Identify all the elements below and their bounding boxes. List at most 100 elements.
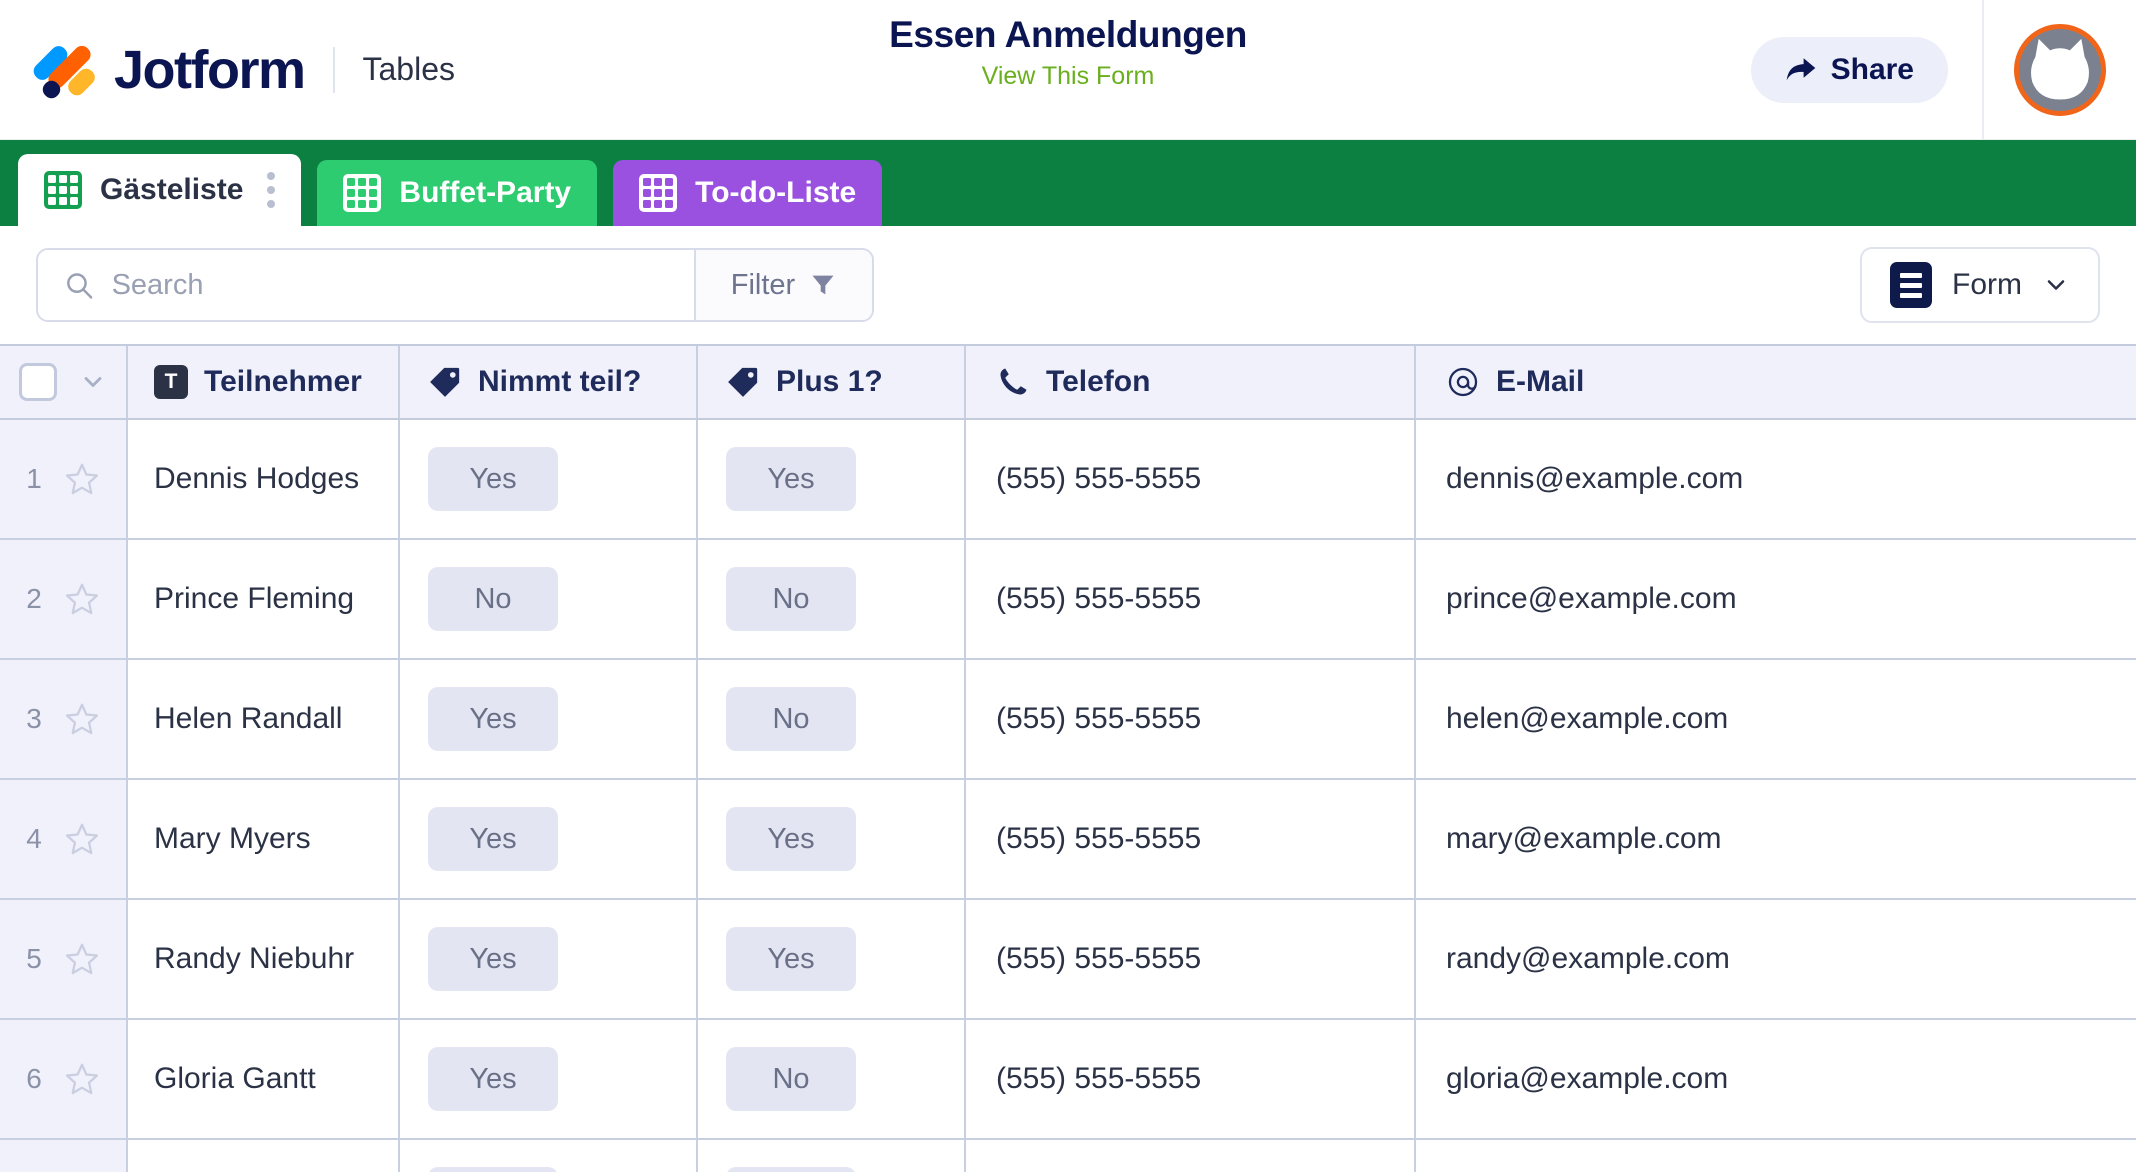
- search-input[interactable]: [111, 268, 694, 302]
- cell-nimmt-teil[interactable]: Yes: [400, 900, 698, 1018]
- plus-one-badge[interactable]: No: [726, 687, 856, 751]
- attending-badge[interactable]: Yes: [428, 927, 558, 991]
- cell-teilnehmer[interactable]: Mary Myers: [128, 780, 400, 898]
- row-number: 4: [26, 823, 42, 854]
- cell-plus-1[interactable]: Yes: [698, 780, 966, 898]
- cell-telefon[interactable]: (555) 555-5555: [966, 900, 1416, 1018]
- cell-nimmt-teil[interactable]: Yes: [400, 420, 698, 538]
- tab-gaesteliste[interactable]: Gästeliste: [18, 154, 302, 226]
- chevron-down-icon[interactable]: [79, 368, 107, 396]
- attending-badge[interactable]: Yes: [428, 687, 558, 751]
- email-value: randy@example.com: [1446, 942, 1730, 975]
- star-icon[interactable]: [64, 821, 100, 857]
- plus-one-badge[interactable]: No: [726, 567, 856, 631]
- cell-telefon[interactable]: (555) 555-5555: [966, 1140, 1416, 1172]
- cell-nimmt-teil[interactable]: Yes: [400, 780, 698, 898]
- tab-buffet-party[interactable]: Buffet-Party: [317, 160, 598, 226]
- cell-telefon[interactable]: (555) 555-5555: [966, 420, 1416, 538]
- phone-value: (555) 555-5555: [996, 1062, 1202, 1095]
- row-number: 6: [26, 1063, 42, 1094]
- column-header-plus-1[interactable]: Plus 1?: [698, 346, 966, 418]
- column-header-telefon[interactable]: Telefon: [966, 346, 1416, 418]
- cell-telefon[interactable]: (555) 555-5555: [966, 540, 1416, 658]
- tab-options-icon[interactable]: [267, 172, 276, 208]
- cell-email[interactable]: helen@example.com: [1416, 660, 2136, 778]
- form-icon: [1890, 262, 1932, 308]
- view-this-form-link[interactable]: View This Form: [982, 62, 1155, 91]
- share-button[interactable]: Share: [1750, 36, 1948, 103]
- plus-one-badge[interactable]: Yes: [726, 927, 856, 991]
- search-field[interactable]: [38, 250, 694, 320]
- filter-button[interactable]: Filter: [694, 250, 872, 320]
- table-row[interactable]: 6 Gloria Gantt Yes No (555) 555-5555 glo…: [0, 1020, 2136, 1140]
- column-header-teilnehmer[interactable]: T Teilnehmer: [128, 346, 400, 418]
- cell-plus-1[interactable]: Yes: [698, 900, 966, 1018]
- cell-plus-1[interactable]: No: [698, 1020, 966, 1138]
- cell-telefon[interactable]: (555) 555-5555: [966, 660, 1416, 778]
- cell-email[interactable]: gloria@example.com: [1416, 1020, 2136, 1138]
- attending-badge[interactable]: Yes: [428, 1167, 558, 1172]
- grid-icon: [44, 171, 82, 209]
- cell-plus-1[interactable]: No: [698, 660, 966, 778]
- table-row[interactable]: 4 Mary Myers Yes Yes (555) 555-5555 mary…: [0, 780, 2136, 900]
- sheet-tab-bar: Gästeliste Buffet-Party To-do-Liste: [0, 140, 2136, 226]
- attending-badge[interactable]: Yes: [428, 447, 558, 511]
- cell-teilnehmer[interactable]: Gloria Gantt: [128, 1020, 400, 1138]
- cell-telefon[interactable]: (555) 555-5555: [966, 780, 1416, 898]
- form-view-button[interactable]: Form: [1860, 247, 2100, 323]
- cell-teilnehmer[interactable]: Helen Randall: [128, 660, 400, 778]
- row-number: 2: [26, 583, 42, 614]
- attending-badge[interactable]: Yes: [428, 807, 558, 871]
- cell-nimmt-teil[interactable]: Yes: [400, 660, 698, 778]
- participant-name: Mary Myers: [154, 822, 311, 855]
- chevron-down-icon: [2047, 280, 2065, 290]
- cell-plus-1[interactable]: Yes: [698, 420, 966, 538]
- star-icon[interactable]: [64, 461, 100, 497]
- column-header-label: E-Mail: [1496, 365, 1585, 398]
- table-body: 1 Dennis Hodges Yes Yes (555) 555-5555 d…: [0, 420, 2136, 1172]
- cell-nimmt-teil[interactable]: Yes: [400, 1140, 698, 1172]
- attending-badge[interactable]: No: [428, 567, 558, 631]
- tab-to-do-liste[interactable]: To-do-Liste: [613, 160, 883, 226]
- star-icon[interactable]: [64, 581, 100, 617]
- cell-plus-1[interactable]: No: [698, 540, 966, 658]
- cell-email[interactable]: dennis@example.com: [1416, 420, 2136, 538]
- plus-one-badge[interactable]: Yes: [726, 447, 856, 511]
- cell-teilnehmer[interactable]: Randy Niebuhr: [128, 900, 400, 1018]
- email-value: gloria@example.com: [1446, 1062, 1729, 1095]
- grid-icon: [343, 174, 382, 212]
- cell-plus-1[interactable]: No: [698, 1140, 966, 1172]
- cell-teilnehmer[interactable]: Dennis Hodges: [128, 420, 400, 538]
- table-row[interactable]: 5 Randy Niebuhr Yes Yes (555) 555-5555 r…: [0, 900, 2136, 1020]
- row-index-cell: 4: [0, 780, 128, 898]
- tag-icon: [728, 367, 758, 397]
- plus-one-badge[interactable]: Yes: [726, 807, 856, 871]
- cell-nimmt-teil[interactable]: Yes: [400, 1020, 698, 1138]
- phone-value: (555) 555-5555: [996, 822, 1202, 855]
- table-row[interactable]: 2 Prince Fleming No No (555) 555-5555 pr…: [0, 540, 2136, 660]
- table-row[interactable]: 3 Helen Randall Yes No (555) 555-5555 he…: [0, 660, 2136, 780]
- star-icon[interactable]: [64, 941, 100, 977]
- plus-one-badge[interactable]: No: [726, 1167, 856, 1172]
- cell-nimmt-teil[interactable]: No: [400, 540, 698, 658]
- cell-teilnehmer[interactable]: Prince Fleming: [128, 540, 400, 658]
- cell-email[interactable]: ida@example.com: [1416, 1140, 2136, 1172]
- star-icon[interactable]: [64, 701, 100, 737]
- cell-email[interactable]: randy@example.com: [1416, 900, 2136, 1018]
- column-header-nimmt-teil[interactable]: Nimmt teil?: [400, 346, 698, 418]
- row-index-cell: 7: [0, 1140, 128, 1172]
- cell-email[interactable]: mary@example.com: [1416, 780, 2136, 898]
- attending-badge[interactable]: Yes: [428, 1047, 558, 1111]
- avatar[interactable]: [2014, 23, 2106, 116]
- participant-name: Gloria Gantt: [154, 1062, 316, 1095]
- table-row[interactable]: 7 Ida Boyd Yes No (555) 555-5555 ida@exa…: [0, 1140, 2136, 1172]
- column-header-email[interactable]: E-Mail: [1416, 346, 2136, 418]
- cell-telefon[interactable]: (555) 555-5555: [966, 1020, 1416, 1138]
- plus-one-badge[interactable]: No: [726, 1047, 856, 1111]
- select-all-checkbox[interactable]: [19, 363, 57, 401]
- cell-teilnehmer[interactable]: Ida Boyd: [128, 1140, 400, 1172]
- table-row[interactable]: 1 Dennis Hodges Yes Yes (555) 555-5555 d…: [0, 420, 2136, 540]
- grid-icon: [639, 174, 678, 212]
- star-icon[interactable]: [64, 1061, 100, 1097]
- cell-email[interactable]: prince@example.com: [1416, 540, 2136, 658]
